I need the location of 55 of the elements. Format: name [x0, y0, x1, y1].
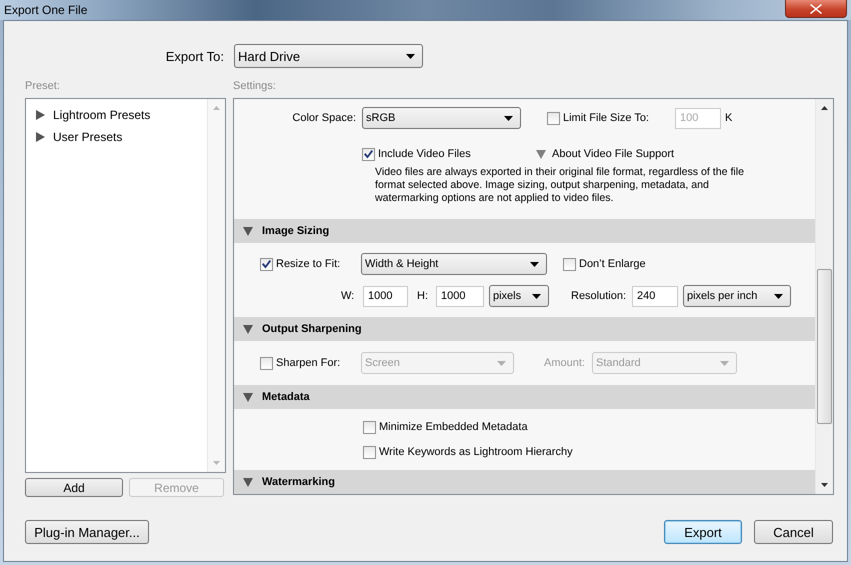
plugin-manager-button[interactable]: Plug-in Manager...	[25, 520, 149, 544]
scrollbar[interactable]	[815, 99, 833, 494]
scroll-up-icon	[213, 106, 220, 110]
checkbox[interactable]: Don’t Enlarge	[563, 258, 646, 270]
checkbox[interactable]: Limit File Size To:	[547, 112, 649, 124]
checkmark-icon	[364, 150, 373, 158]
checkbox[interactable]: Include Video Files	[362, 148, 536, 160]
add-button[interactable]: Add	[25, 478, 123, 497]
section-header[interactable]: Watermarking	[234, 470, 815, 494]
tree-item[interactable]: Lightroom Presets	[26, 104, 207, 126]
input-field[interactable]: 1000	[363, 286, 408, 306]
scroll-thumb[interactable]	[817, 269, 832, 424]
field-label: Color Space:	[291, 112, 356, 124]
checkbox[interactable]: Write Keywords as Lightroom Hierarchy	[363, 446, 573, 458]
caret-icon	[504, 116, 513, 120]
section-header[interactable]: Metadata	[234, 385, 815, 409]
scrollbar[interactable]	[207, 99, 225, 472]
field-label: Resolution:	[571, 290, 628, 302]
checkbox[interactable]: Minimize Embedded Metadata	[363, 420, 528, 434]
caret-icon	[406, 54, 415, 58]
field-label: H:	[417, 290, 429, 302]
field-label: Amount:	[544, 357, 586, 369]
tree-item[interactable]: User Presets	[26, 126, 207, 148]
disclosure-link[interactable]: About Video File Support	[536, 148, 674, 160]
field-label: Export To:	[164, 48, 224, 64]
group-label: Settings:	[233, 80, 276, 94]
checkbox[interactable]: Sharpen For:	[260, 356, 361, 370]
note-text: Video files are always exported in their original file format, regardless of the file format selected above. Image sizing, output sharpening, metadata, and watermarking options are not applied to video files.	[375, 166, 746, 205]
scroll-down-icon	[821, 483, 828, 487]
group-label: Preset:	[25, 80, 61, 94]
checkmark-icon	[262, 260, 271, 268]
input-field[interactable]: 240	[632, 286, 678, 306]
dropdown[interactable]: Width & Height	[361, 253, 547, 275]
dropdown[interactable]: Hard Drive	[234, 44, 423, 68]
section-header[interactable]: Output Sharpening	[234, 317, 815, 341]
dropdown[interactable]: sRGB	[362, 107, 521, 129]
window-title: Export One File	[4, 3, 88, 17]
section-header[interactable]: Image Sizing	[234, 219, 815, 243]
close-button[interactable]	[785, 0, 847, 18]
checkbox[interactable]: Resize to Fit:	[260, 258, 361, 270]
caret-icon	[530, 262, 539, 266]
field-label: W:	[341, 290, 356, 302]
caret-icon	[720, 360, 729, 366]
dropdown[interactable]: pixels	[489, 285, 549, 307]
scroll-up-icon	[821, 106, 828, 110]
caret-icon	[774, 294, 783, 298]
field-label: K	[725, 112, 732, 124]
close-icon	[810, 4, 822, 14]
scroll-down-icon	[213, 461, 220, 465]
caret-icon	[497, 360, 506, 366]
dropdown[interactable]: pixels per inch	[683, 285, 791, 307]
export-button[interactable]: Export	[664, 520, 742, 544]
input-field[interactable]: 1000	[436, 286, 484, 306]
cancel-button[interactable]: Cancel	[754, 520, 833, 544]
caret-icon	[532, 294, 541, 298]
